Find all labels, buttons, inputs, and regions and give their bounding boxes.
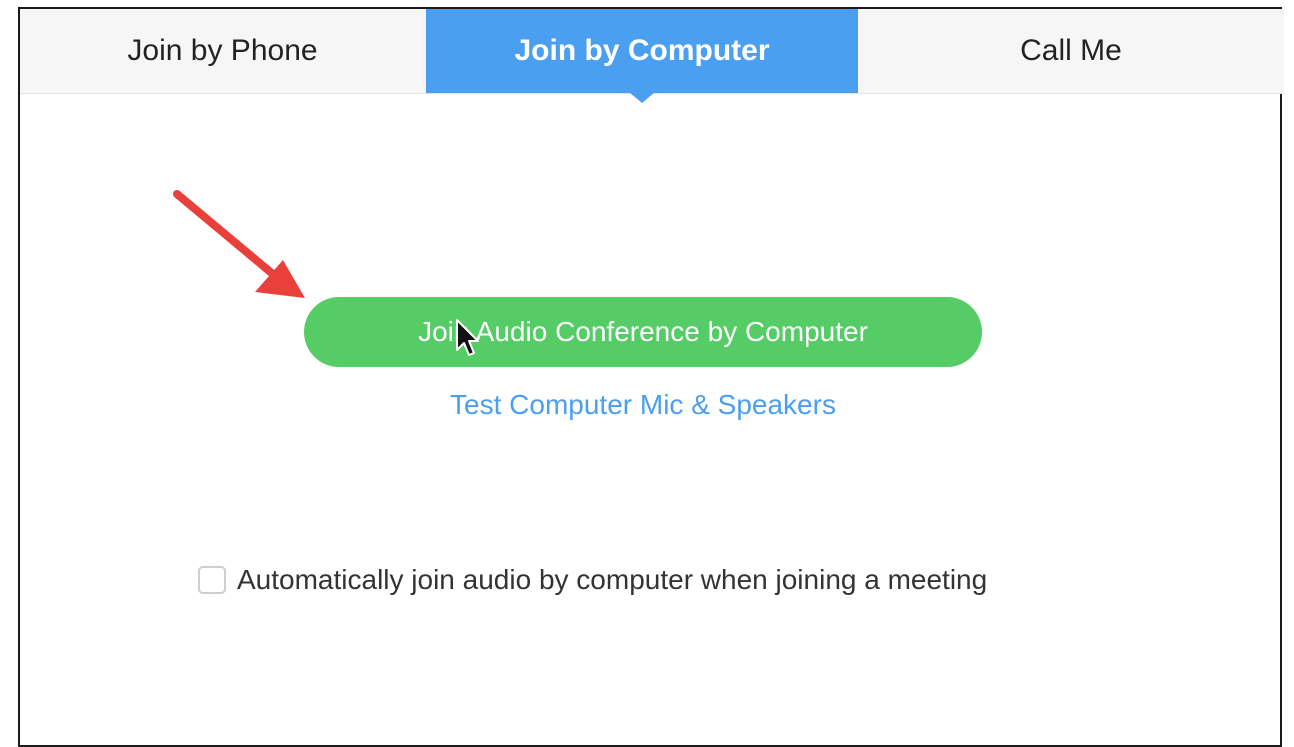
audio-dialog: Join by Phone Join by Computer Call Me J… (18, 7, 1284, 747)
auto-join-checkbox[interactable] (198, 566, 226, 594)
join-audio-conference-label: Join Audio Conference by Computer (418, 316, 868, 347)
mouse-pointer-icon (456, 319, 479, 356)
tab-call-me[interactable]: Call Me (858, 9, 1284, 93)
tab-join-by-computer[interactable]: Join by Computer (426, 9, 858, 93)
auto-join-option: Automatically join audio by computer whe… (198, 564, 987, 596)
tab-bar: Join by Phone Join by Computer Call Me (20, 9, 1284, 94)
active-tab-indicator (630, 93, 654, 103)
red-arrow-icon (173, 190, 305, 298)
test-mic-speakers-link[interactable]: Test Computer Mic & Speakers (304, 389, 982, 421)
join-audio-conference-button[interactable]: Join Audio Conference by Computer (304, 297, 982, 367)
auto-join-label: Automatically join audio by computer whe… (237, 564, 988, 595)
tab-join-by-phone[interactable]: Join by Phone (20, 9, 425, 93)
